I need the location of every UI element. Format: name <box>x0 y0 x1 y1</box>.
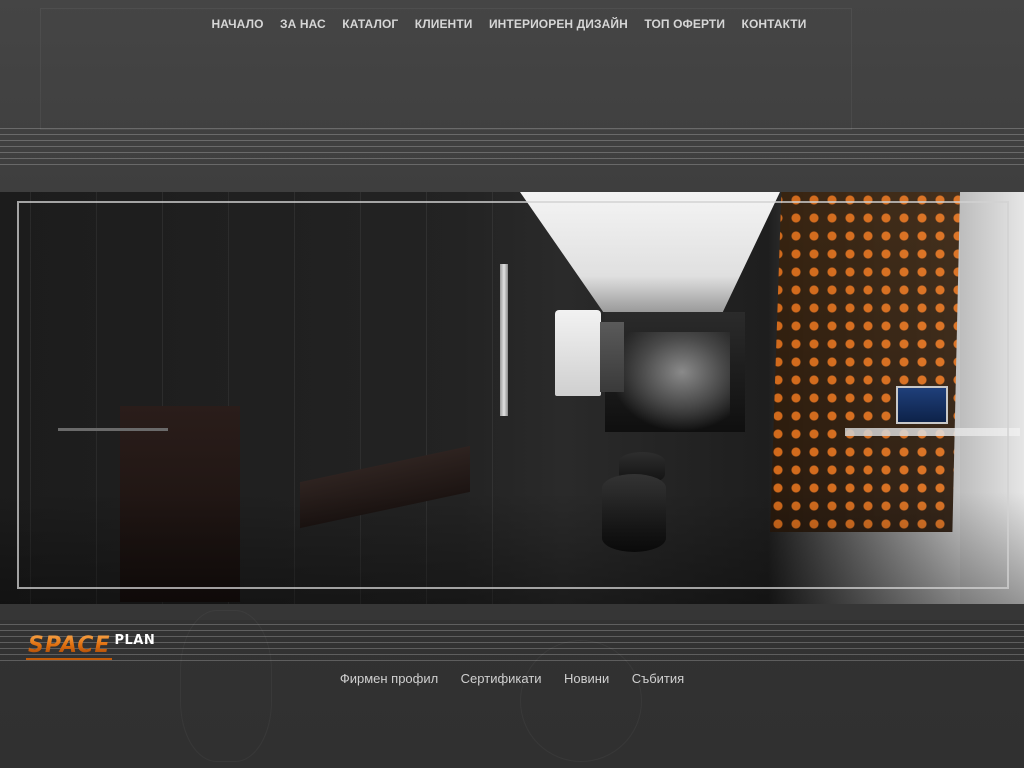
footer-link-certificates[interactable]: Сертификати <box>461 671 542 686</box>
hanging-garment <box>600 322 624 392</box>
clothes-rail <box>500 264 508 416</box>
lit-ceiling <box>520 192 780 312</box>
footer-link-company-profile[interactable]: Фирмен профил <box>340 671 438 686</box>
nav-link-clients[interactable]: КЛИЕНТИ <box>415 17 473 31</box>
spaceplan-logo[interactable]: SPACE PLAN <box>26 634 155 660</box>
glass-desk <box>845 428 1020 436</box>
footer-navigation: Фирмен профил Сертификати Новини Събития <box>0 670 1024 688</box>
logo-word-space: SPACE <box>26 633 113 660</box>
footer-link-news[interactable]: Новини <box>564 671 609 686</box>
nav-link-catalog[interactable]: КАТАЛОГ <box>342 17 398 31</box>
top-navigation: НАЧАЛО ЗА НАС КАТАЛОГ КЛИЕНТИ ИНТЕРИОРЕН… <box>0 15 1024 33</box>
hanging-shirt <box>555 310 601 396</box>
nav-link-interior-design[interactable]: ИНТЕРИОРЕН ДИЗАЙН <box>489 17 628 31</box>
nav-link-home[interactable]: НАЧАЛО <box>212 17 264 31</box>
nav-link-contacts[interactable]: КОНТАКТИ <box>742 17 807 31</box>
orange-star-screen <box>770 192 960 532</box>
floor-lamp <box>58 428 168 431</box>
decorative-stripe-band-top <box>0 128 1024 166</box>
logo-word-plan: PLAN <box>114 633 156 648</box>
model-figure <box>610 332 730 432</box>
nav-link-top-offers[interactable]: ТОП ОФЕРТИ <box>644 17 725 31</box>
floor-shadow <box>0 492 1024 604</box>
hero-banner-image <box>0 192 1024 604</box>
nav-link-about[interactable]: ЗА НАС <box>280 17 326 31</box>
page: НАЧАЛО ЗА НАС КАТАЛОГ КЛИЕНТИ ИНТЕРИОРЕН… <box>0 0 1024 768</box>
laptop-icon <box>896 386 948 424</box>
footer-link-events[interactable]: Събития <box>632 671 684 686</box>
